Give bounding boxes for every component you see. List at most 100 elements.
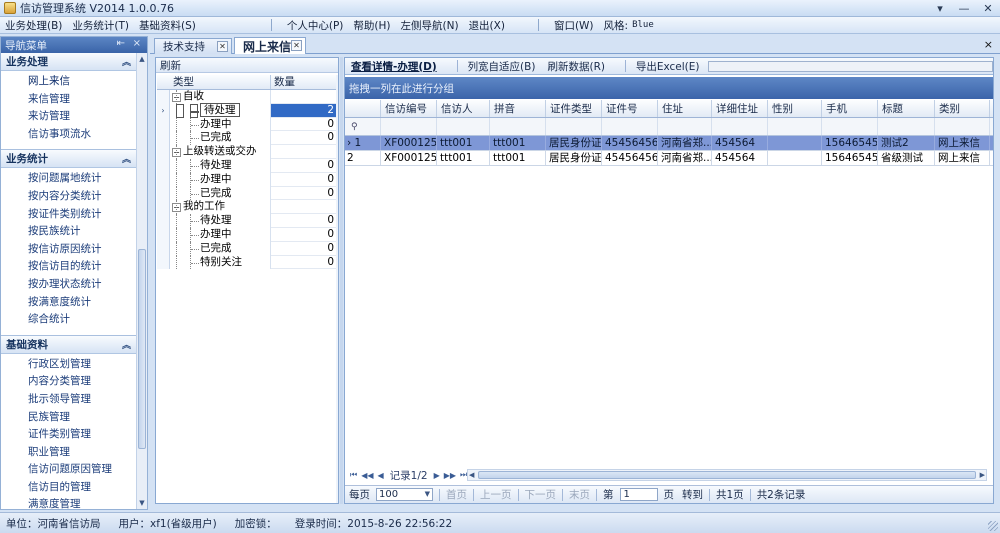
- export-excel-button[interactable]: 导出Excel(E): [630, 59, 706, 74]
- first-record-icon[interactable]: ⏮: [348, 470, 359, 480]
- nav-item-basic[interactable]: 批示领导管理: [1, 391, 137, 409]
- nav-item-stat[interactable]: 按证件类别统计: [1, 206, 137, 224]
- column-header[interactable]: 性别: [768, 100, 822, 117]
- collapse-icon[interactable]: ︽: [122, 55, 131, 68]
- nav-item-stat[interactable]: 按问题属地统计: [1, 170, 137, 188]
- grid-horizontal-scrollbar[interactable]: ◀ ▶: [467, 469, 987, 481]
- filter-cell[interactable]: [437, 118, 490, 135]
- view-detail-button[interactable]: 查看详情-办理(D): [345, 59, 443, 74]
- menu-business[interactable]: 业务处理(B): [0, 18, 67, 33]
- filter-icon[interactable]: ⚲: [345, 118, 381, 135]
- tree-row[interactable]: 办理中 0: [157, 227, 337, 242]
- filter-cell[interactable]: [490, 118, 546, 135]
- tree-row[interactable]: 已完成 0: [157, 131, 337, 146]
- nav-scrollbar[interactable]: ▲ ▼: [136, 53, 147, 509]
- scroll-up-icon[interactable]: ▲: [137, 54, 147, 64]
- menu-statistics[interactable]: 业务统计(T): [67, 18, 134, 33]
- next-page-icon[interactable]: ▶▶: [442, 471, 458, 480]
- prev-page-icon[interactable]: ◀◀: [359, 471, 375, 480]
- nav-item-basic[interactable]: 行政区划管理: [1, 356, 137, 374]
- scroll-left-icon[interactable]: ◀: [469, 470, 474, 480]
- page-number-input[interactable]: 1: [619, 488, 658, 501]
- filter-cell[interactable]: [546, 118, 602, 135]
- nav-item-letter-manage[interactable]: 来信管理: [1, 91, 137, 109]
- tab-close-icon[interactable]: ✕: [217, 41, 228, 52]
- nav-item-matter-flow[interactable]: 信访事项流水: [1, 126, 137, 144]
- column-header[interactable]: 证件号: [602, 100, 658, 117]
- tree-row[interactable]: − 自收: [157, 90, 337, 104]
- nav-group-header[interactable]: 业务统计 ︽: [1, 150, 137, 169]
- menu-window[interactable]: 窗口(W): [549, 18, 599, 33]
- scroll-thumb[interactable]: [478, 471, 976, 479]
- pin-icon[interactable]: ⇤: [117, 38, 125, 49]
- tree-scrollbar[interactable]: [336, 75, 338, 503]
- menu-dropdown-icon[interactable]: ▾: [932, 1, 948, 15]
- tree-row[interactable]: › 待处理 2: [157, 102, 337, 118]
- page-size-select[interactable]: 100 ▼: [376, 488, 433, 501]
- minimize-icon[interactable]: —: [956, 1, 972, 15]
- column-header[interactable]: 住址: [658, 100, 712, 117]
- nav-item-basic[interactable]: 内容分类管理: [1, 373, 137, 391]
- filter-cell[interactable]: [822, 118, 878, 135]
- menu-left-nav[interactable]: 左侧导航(N): [396, 18, 464, 33]
- chevron-down-icon[interactable]: ▼: [425, 489, 430, 500]
- prev-page-button[interactable]: 上一页: [476, 487, 516, 502]
- nav-close-icon[interactable]: ×: [133, 38, 141, 49]
- refresh-data-button[interactable]: 刷新数据(R): [541, 59, 611, 74]
- menu-style-value[interactable]: Blue: [628, 20, 654, 30]
- close-all-tabs-icon[interactable]: ×: [984, 38, 993, 51]
- tree-row[interactable]: − 我的工作: [157, 200, 337, 215]
- tab-online-letter[interactable]: 网上来信 ✕: [234, 37, 306, 54]
- nav-item-stat[interactable]: 按办理状态统计: [1, 276, 137, 294]
- nav-group-header[interactable]: 业务处理 ︽: [1, 53, 137, 71]
- prev-record-icon[interactable]: ◀: [376, 471, 386, 480]
- column-header[interactable]: 手机: [822, 100, 878, 117]
- resize-grip[interactable]: [988, 521, 998, 531]
- nav-item-stat[interactable]: 综合统计: [1, 311, 137, 329]
- scroll-down-icon[interactable]: ▼: [137, 498, 147, 508]
- group-by-panel[interactable]: 拖拽一列在此进行分组: [345, 77, 993, 99]
- menu-help[interactable]: 帮助(H): [348, 18, 395, 33]
- filter-cell[interactable]: [768, 118, 822, 135]
- scroll-thumb[interactable]: [138, 249, 146, 449]
- nav-item-online-letter[interactable]: 网上来信: [1, 73, 137, 91]
- column-header[interactable]: 拼音: [490, 100, 546, 117]
- menu-style-label[interactable]: 风格:: [599, 18, 629, 33]
- tree-row[interactable]: 已完成 0: [157, 241, 337, 256]
- tree-row[interactable]: 办理中 0: [157, 117, 337, 132]
- nav-item-basic[interactable]: 满意度管理: [1, 496, 137, 509]
- nav-item-basic[interactable]: 信访问题原因管理: [1, 461, 137, 479]
- column-header[interactable]: 信访编号: [381, 100, 437, 117]
- last-page-button[interactable]: 末页: [565, 487, 594, 502]
- autofit-columns-button[interactable]: 列宽自适应(B): [462, 59, 542, 74]
- filter-cell[interactable]: [878, 118, 935, 135]
- collapse-icon[interactable]: ︽: [122, 152, 131, 165]
- first-page-button[interactable]: 首页: [442, 487, 471, 502]
- nav-item-stat[interactable]: 按信访目的统计: [1, 258, 137, 276]
- column-header-count[interactable]: 数量: [271, 75, 337, 89]
- column-header[interactable]: 详细住址: [712, 100, 768, 117]
- collapse-icon[interactable]: ︽: [122, 338, 131, 351]
- menu-exit[interactable]: 退出(X): [464, 18, 510, 33]
- goto-page-button[interactable]: 转到: [678, 487, 707, 502]
- nav-group-header[interactable]: 基础资料 ︽: [1, 335, 137, 354]
- tree-row[interactable]: 已完成 0: [157, 186, 337, 201]
- filter-cell[interactable]: [712, 118, 768, 135]
- toolbar-search-box[interactable]: [707, 60, 994, 72]
- scroll-right-icon[interactable]: ▶: [980, 470, 985, 480]
- tree-row[interactable]: 待处理 0: [157, 214, 337, 228]
- tree-row[interactable]: − 上级转送或交办: [157, 145, 337, 159]
- menu-personal-center[interactable]: 个人中心(P): [282, 18, 349, 33]
- table-row[interactable]: › 1XF000125...ttt001ttt001居民身份证45456456.…: [345, 136, 993, 151]
- tree-refresh-button[interactable]: 刷新: [160, 58, 181, 73]
- tree-row[interactable]: 办理中 0: [157, 172, 337, 187]
- panel-splitter[interactable]: [340, 57, 343, 504]
- column-header-type[interactable]: 类型: [157, 75, 271, 89]
- nav-item-basic[interactable]: 信访目的管理: [1, 479, 137, 497]
- column-header[interactable]: 类别: [935, 100, 990, 117]
- menu-basic-data[interactable]: 基础资料(S): [134, 18, 201, 33]
- filter-cell[interactable]: [658, 118, 712, 135]
- nav-item-basic[interactable]: 民族管理: [1, 409, 137, 427]
- filter-cell[interactable]: [935, 118, 990, 135]
- tree-row[interactable]: 待处理 0: [157, 158, 337, 173]
